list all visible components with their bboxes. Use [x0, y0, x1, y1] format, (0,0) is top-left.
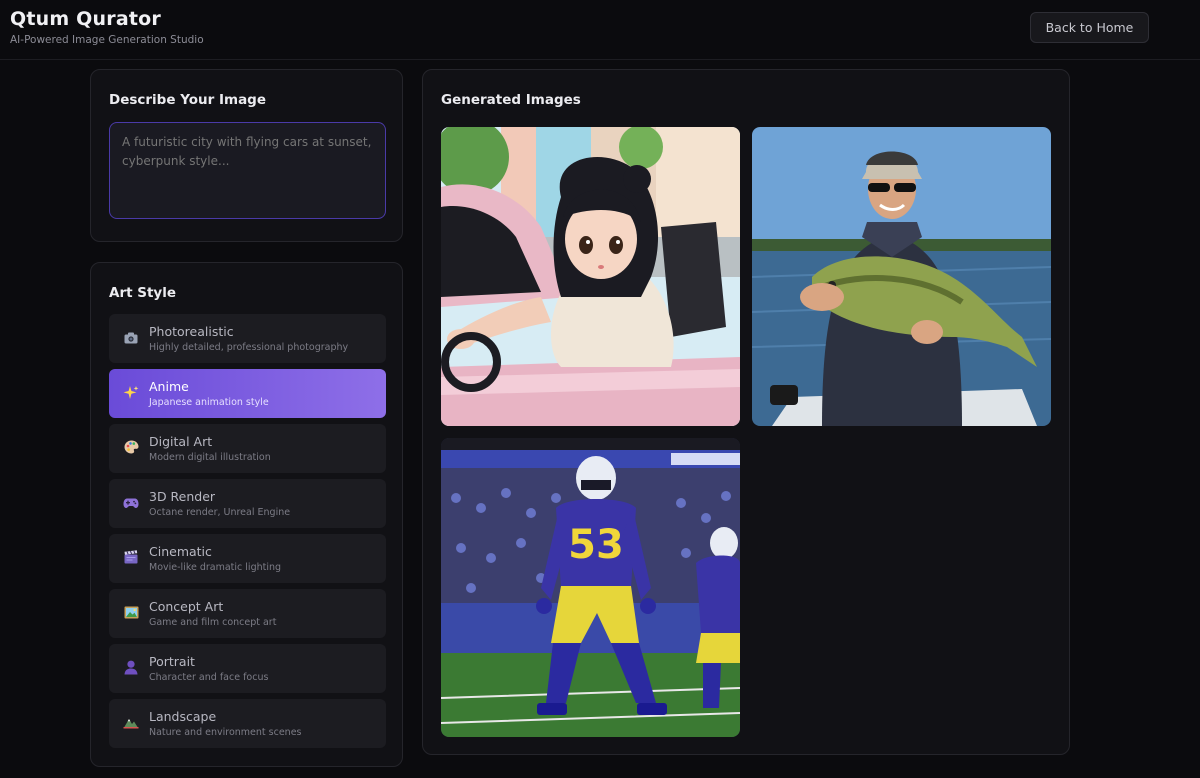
style-description: Japanese animation style — [149, 397, 269, 408]
palette-icon — [123, 440, 139, 456]
style-option-anime[interactable]: Anime Japanese animation style — [109, 369, 386, 418]
prompt-input[interactable] — [109, 122, 386, 219]
style-description: Octane render, Unreal Engine — [149, 507, 291, 518]
style-label: Photorealistic — [149, 324, 234, 339]
art-style-title: Art Style — [109, 285, 177, 301]
style-description: Modern digital illustration — [149, 452, 271, 463]
describe-panel: Describe Your Image — [90, 69, 403, 242]
generated-image-fishing[interactable] — [752, 127, 1051, 426]
generated-image-football[interactable]: 53 — [441, 438, 740, 737]
style-option-digital-art[interactable]: Digital Art Modern digital illustration — [109, 424, 386, 473]
back-to-home-button[interactable]: Back to Home — [1030, 12, 1149, 43]
style-option-photorealistic[interactable]: Photorealistic Highly detailed, professi… — [109, 314, 386, 363]
style-option-concept-art[interactable]: Concept Art Game and film concept art — [109, 589, 386, 638]
style-label: Digital Art — [149, 434, 213, 449]
person-silhouette-icon — [123, 660, 139, 676]
style-option-portrait[interactable]: Portrait Character and face focus — [109, 644, 386, 693]
mountain-icon — [123, 715, 139, 731]
style-option-cinematic[interactable]: Cinematic Movie-like dramatic lighting — [109, 534, 386, 583]
app-header: Qtum Qurator AI-Powered Image Generation… — [0, 0, 1200, 60]
style-label: Cinematic — [149, 544, 212, 559]
style-label: Landscape — [149, 709, 217, 724]
style-option-3d-render[interactable]: 3D Render Octane render, Unreal Engine — [109, 479, 386, 528]
sparkles-icon — [123, 385, 139, 401]
style-label: 3D Render — [149, 489, 216, 504]
gamepad-icon — [123, 495, 139, 511]
style-description: Character and face focus — [149, 672, 269, 683]
art-style-panel: Art Style Photorealistic Highly detailed… — [90, 262, 403, 767]
style-description: Movie-like dramatic lighting — [149, 562, 282, 573]
style-option-landscape[interactable]: Landscape Nature and environment scenes — [109, 699, 386, 748]
camera-icon — [123, 330, 139, 346]
framed-picture-icon — [123, 605, 139, 621]
app-subtitle: AI-Powered Image Generation Studio — [10, 34, 204, 46]
app-title: Qtum Qurator — [10, 8, 161, 30]
style-label: Anime — [149, 379, 189, 394]
style-label: Portrait — [149, 654, 195, 669]
style-description: Highly detailed, professional photograph… — [149, 342, 349, 353]
clapperboard-icon — [123, 550, 139, 566]
style-description: Game and film concept art — [149, 617, 277, 628]
generated-image-anime[interactable] — [441, 127, 740, 426]
generated-images-title: Generated Images — [441, 92, 581, 108]
style-description: Nature and environment scenes — [149, 727, 302, 738]
generated-images-panel: Generated Images 53 — [422, 69, 1070, 755]
describe-title: Describe Your Image — [109, 92, 267, 108]
svg-text:53: 53 — [568, 522, 624, 568]
style-label: Concept Art — [149, 599, 224, 614]
